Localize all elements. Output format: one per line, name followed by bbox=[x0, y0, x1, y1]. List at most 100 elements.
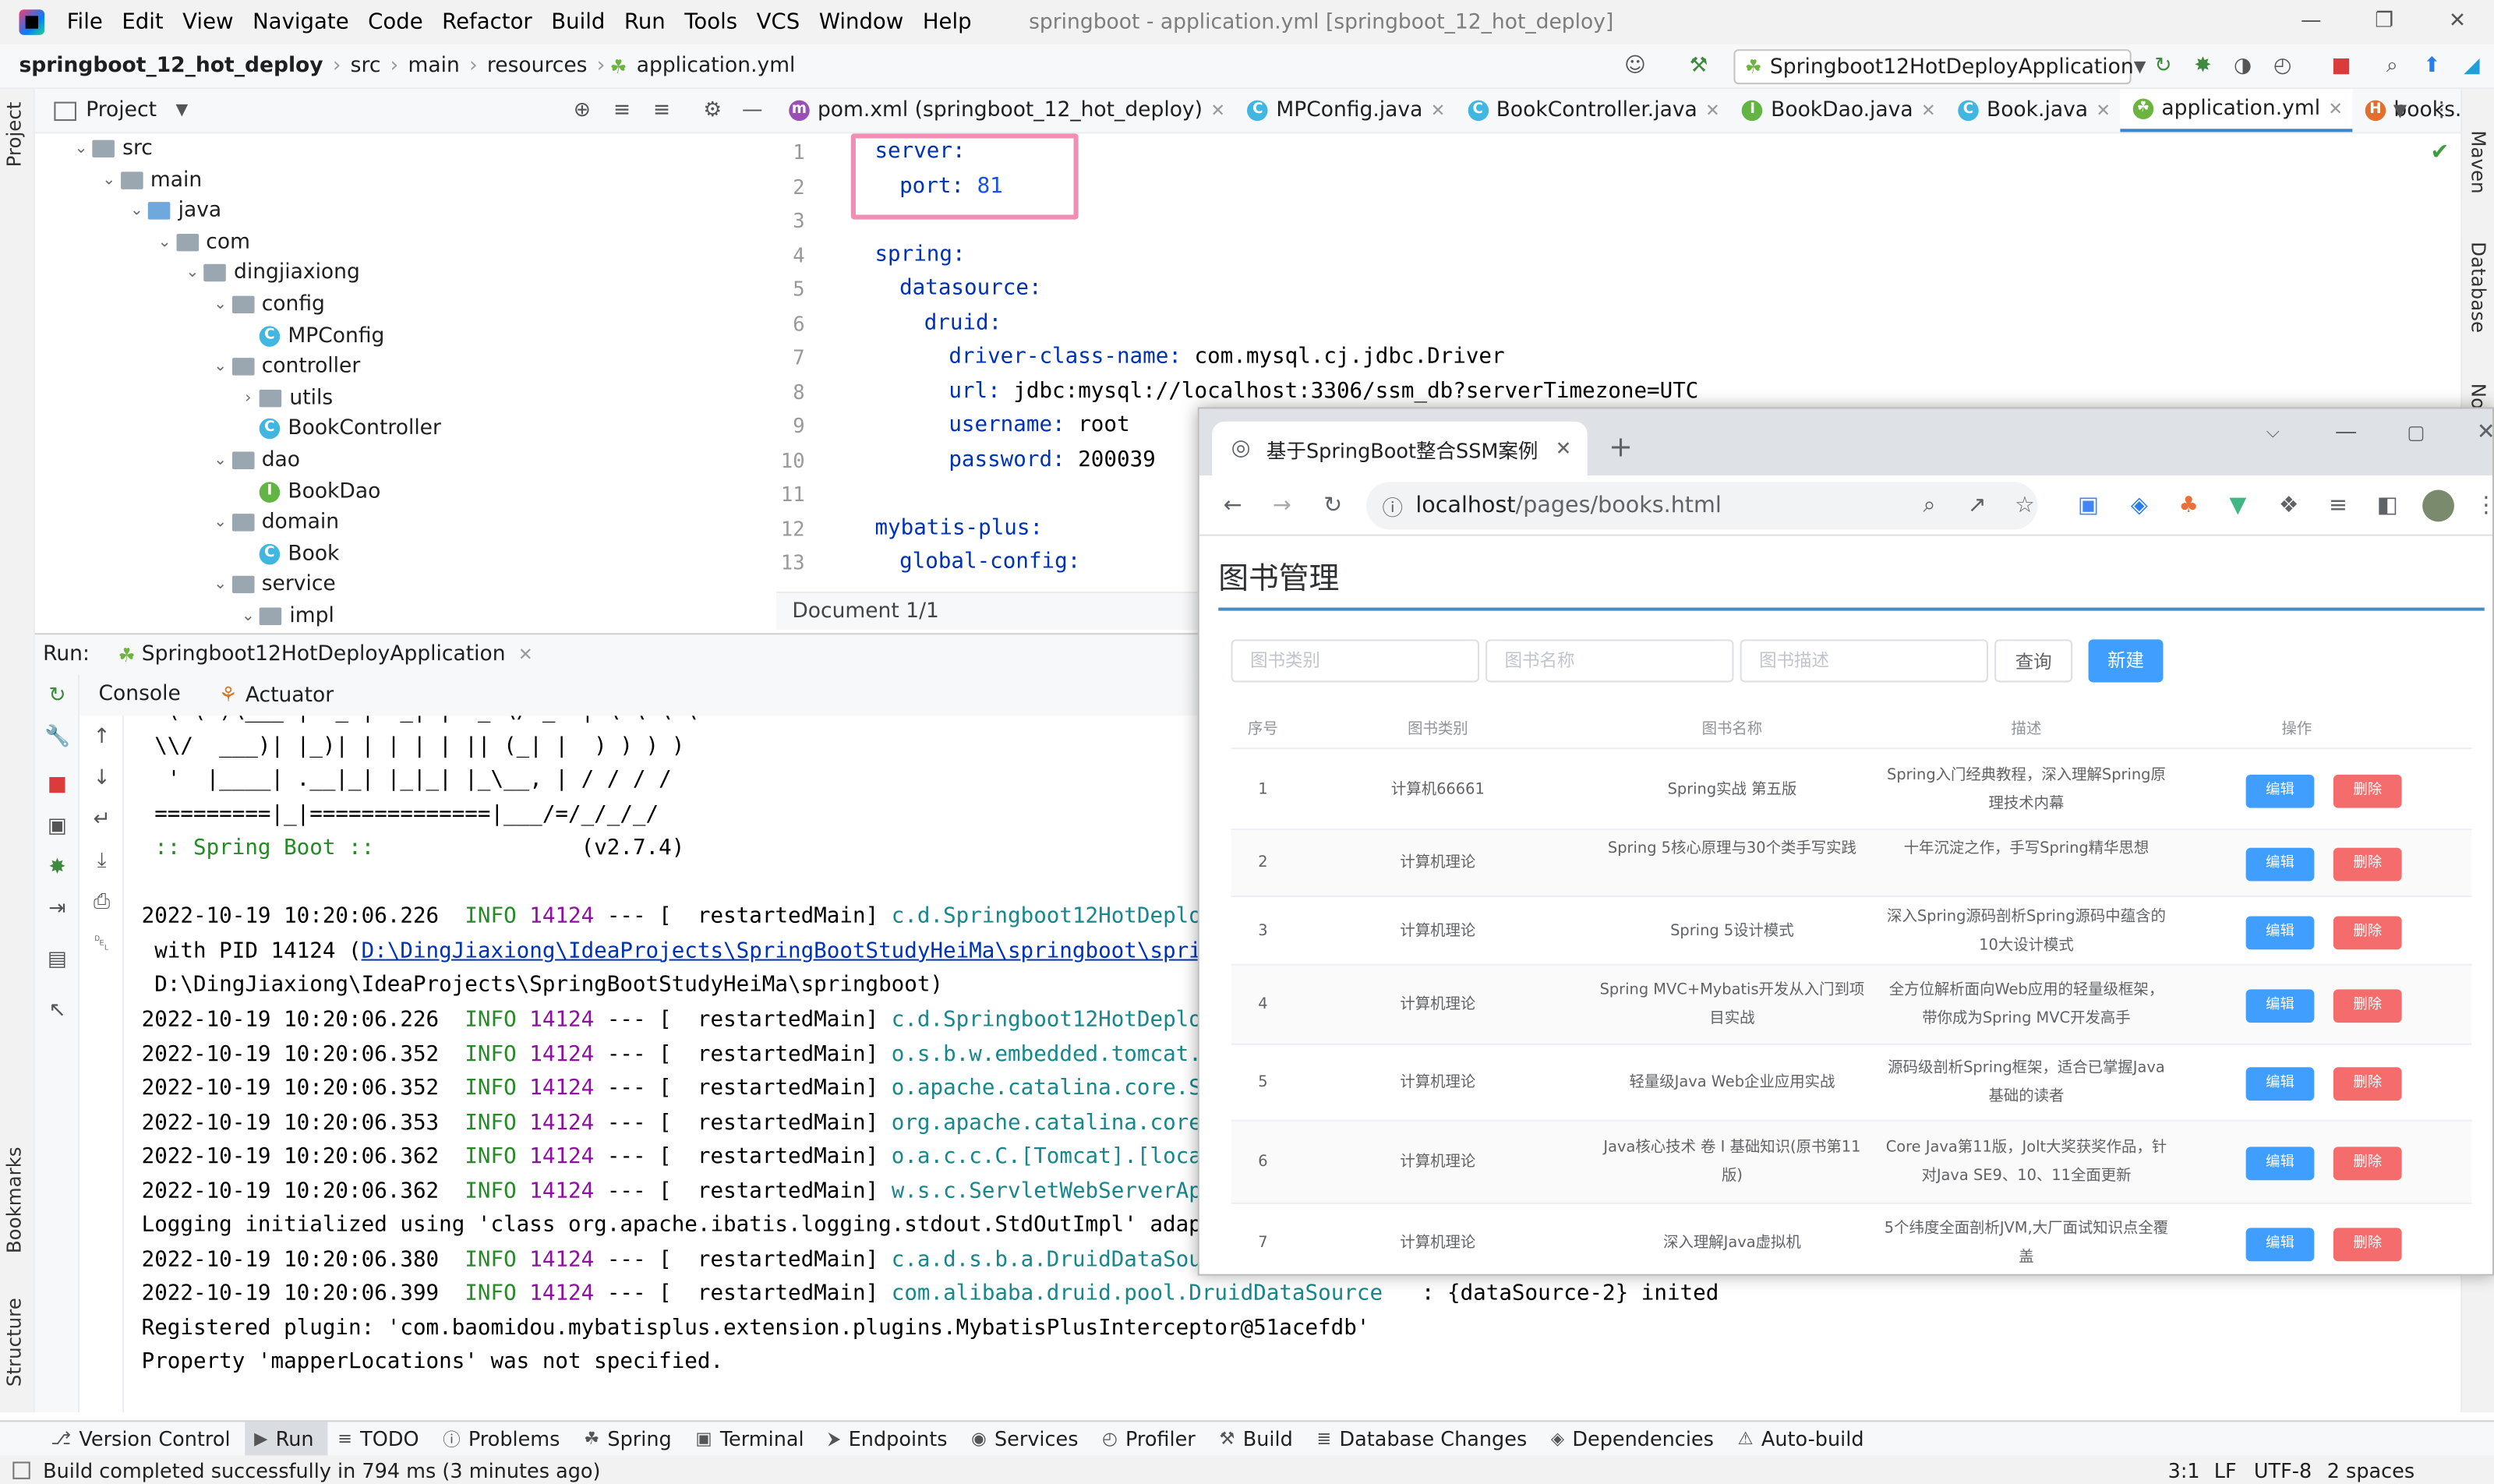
chevron-down-icon[interactable]: ⌄ bbox=[209, 296, 231, 313]
chevron-down-icon[interactable]: ⌄ bbox=[98, 171, 121, 189]
edit-button[interactable]: 编辑 bbox=[2245, 1066, 2315, 1101]
reload-icon[interactable]: ↻ bbox=[1319, 492, 1348, 521]
menu-run[interactable]: Run bbox=[615, 9, 675, 35]
tree-node[interactable]: C Book bbox=[237, 539, 339, 569]
minimize-icon[interactable]: — bbox=[2332, 419, 2361, 447]
line-separator[interactable]: LF bbox=[2214, 1458, 2237, 1482]
close-tab-icon[interactable]: ✕ bbox=[2328, 98, 2343, 119]
debug-icon[interactable]: ✸ bbox=[2190, 54, 2216, 80]
chevron-down-icon[interactable]: ⌵ bbox=[2259, 419, 2287, 447]
vue-devtools-icon[interactable]: ▼ bbox=[2224, 492, 2252, 521]
console-tab[interactable]: Console bbox=[99, 674, 181, 716]
build-hammer-icon[interactable]: ⚒ bbox=[1686, 54, 1712, 80]
run-configuration-select[interactable]: ☘ Springboot12HotDeployApplication ▼ bbox=[1733, 49, 2146, 85]
tool-tab-profiler[interactable]: ◴ Profiler bbox=[1093, 1421, 1210, 1456]
indent-setting[interactable]: 2 spaces bbox=[2327, 1458, 2415, 1482]
edit-button[interactable]: 编辑 bbox=[2245, 846, 2315, 881]
close-tab-icon[interactable]: ✕ bbox=[1921, 101, 1936, 122]
exit-icon[interactable]: ⇥ bbox=[44, 897, 70, 923]
tree-node[interactable]: ⌄ dao bbox=[209, 445, 300, 475]
close-window-icon[interactable]: ✕ bbox=[2471, 419, 2492, 447]
edit-button[interactable]: 编辑 bbox=[2245, 988, 2315, 1023]
forward-icon[interactable]: → bbox=[1268, 492, 1297, 521]
close-tab-icon[interactable]: ✕ bbox=[1431, 101, 1446, 122]
tool-tab-database-changes[interactable]: ≣ Database Changes bbox=[1307, 1421, 1541, 1456]
puzzle-extensions-icon[interactable]: ❖ bbox=[2274, 492, 2303, 521]
tree-node[interactable]: ⌄ controller bbox=[209, 352, 360, 382]
tool-tab-problems[interactable]: ⓘ Problems bbox=[433, 1421, 574, 1456]
pin-icon[interactable]: ↖ bbox=[44, 999, 70, 1025]
delete-button[interactable]: 删除 bbox=[2333, 773, 2402, 807]
notifications-tool-button[interactable]: No bbox=[2467, 383, 2489, 409]
minimize-icon[interactable]: — bbox=[2274, 0, 2347, 44]
star-icon[interactable]: ☆ bbox=[2011, 492, 2040, 521]
tree-node[interactable]: C BookController bbox=[237, 414, 441, 444]
editor-tab[interactable]: C MPConfig.java ✕ bbox=[1235, 89, 1454, 132]
status-window-icon[interactable] bbox=[12, 1461, 30, 1479]
debug-icon[interactable]: ✸ bbox=[44, 856, 70, 882]
editor-tab[interactable]: ☘ application.yml ✕ bbox=[2120, 89, 2353, 132]
menu-window[interactable]: Window bbox=[809, 9, 913, 35]
stop-icon[interactable]: ■ bbox=[2329, 54, 2354, 80]
chevron-down-icon[interactable]: ⌄ bbox=[237, 608, 260, 625]
back-icon[interactable]: ← bbox=[1218, 492, 1247, 521]
tree-node[interactable]: C MPConfig bbox=[237, 320, 384, 351]
rerun-icon[interactable]: ↻ bbox=[2150, 54, 2176, 80]
menu-tools[interactable]: Tools bbox=[675, 9, 747, 35]
editor-tab[interactable]: I BookDao.java ✕ bbox=[1729, 89, 1945, 132]
more-options-icon[interactable]: ⋮ bbox=[2471, 492, 2492, 521]
update-icon[interactable]: ⬆ bbox=[2419, 54, 2445, 80]
zoom-icon[interactable]: ⌕ bbox=[1915, 492, 1944, 521]
tree-node[interactable]: ⌄ config bbox=[209, 289, 325, 320]
chevron-down-icon[interactable]: ⌄ bbox=[209, 359, 231, 376]
wrench-icon[interactable]: 🔧 bbox=[44, 726, 70, 751]
coverage-icon[interactable]: ◑ bbox=[2230, 54, 2256, 80]
arrow-down-icon[interactable]: ↓ bbox=[89, 767, 115, 793]
delete-button[interactable]: 删除 bbox=[2333, 915, 2402, 949]
caret-position[interactable]: 3:1 bbox=[2168, 1458, 2200, 1482]
database-tool-button[interactable]: Database bbox=[2467, 242, 2489, 333]
project-panel-title[interactable]: Project bbox=[86, 99, 157, 123]
trash-icon[interactable]: ␡ bbox=[89, 932, 115, 958]
tree-node[interactable]: I BookDao bbox=[237, 476, 380, 507]
chevron-down-icon[interactable]: ⌄ bbox=[209, 577, 231, 594]
close-tab-icon[interactable]: ✕ bbox=[2096, 101, 2111, 122]
breadcrumb-item[interactable]: src bbox=[346, 54, 386, 78]
actuator-tab[interactable]: Actuator bbox=[246, 683, 334, 707]
avatar[interactable] bbox=[2422, 489, 2454, 522]
translate-extension-icon[interactable]: ▣ bbox=[2074, 492, 2103, 521]
media-icon[interactable]: ≡ bbox=[2324, 492, 2353, 521]
close-tab-icon[interactable]: ✕ bbox=[1705, 101, 1720, 122]
layout-icon[interactable]: ▤ bbox=[44, 948, 70, 973]
print-icon[interactable]: ⎙ bbox=[89, 891, 115, 917]
edit-button[interactable]: 编辑 bbox=[2245, 1146, 2315, 1180]
chevron-down-icon[interactable]: ▼ bbox=[175, 102, 188, 119]
edit-button[interactable]: 编辑 bbox=[2245, 915, 2315, 949]
gear-icon[interactable]: ⚙ bbox=[700, 99, 726, 125]
chevron-down-icon[interactable]: ⌄ bbox=[154, 234, 176, 251]
bookmarks-tool-button[interactable]: Bookmarks bbox=[3, 1147, 26, 1253]
tool-tab-spring[interactable]: ☘ Spring bbox=[574, 1421, 686, 1456]
tool-tab-run[interactable]: ▶ Run bbox=[244, 1421, 328, 1457]
breadcrumb-item[interactable]: resources bbox=[482, 54, 592, 78]
tree-node[interactable]: ⌄ src bbox=[70, 133, 153, 164]
tool-tab-build[interactable]: ⚒ Build bbox=[1210, 1421, 1307, 1456]
soft-wrap-icon[interactable]: ↵ bbox=[89, 808, 115, 834]
more-options-icon[interactable]: ⋮ bbox=[2429, 99, 2454, 125]
structure-tool-button[interactable]: Structure bbox=[3, 1298, 26, 1387]
expand-all-icon[interactable]: ≡ bbox=[609, 99, 635, 125]
tool-tab-services[interactable]: ◉ Services bbox=[962, 1421, 1093, 1456]
menu-refactor[interactable]: Refactor bbox=[433, 9, 542, 35]
tree-node[interactable]: › utils bbox=[237, 383, 333, 413]
tool-tab-terminal[interactable]: ▣ Terminal bbox=[686, 1421, 818, 1456]
maximize-icon[interactable]: ▢ bbox=[2402, 419, 2431, 447]
menu-code[interactable]: Code bbox=[359, 9, 433, 35]
browser-tab[interactable]: ◎ 基于SpringBoot整合SSM案例 ✕ bbox=[1212, 421, 1588, 476]
search-icon[interactable]: ⌕ bbox=[2379, 54, 2405, 80]
delete-button[interactable]: 删除 bbox=[2333, 1066, 2402, 1101]
tree-node[interactable]: ⌄ impl bbox=[237, 601, 334, 630]
tree-node[interactable]: ⌄ main bbox=[98, 164, 202, 195]
close-window-icon[interactable]: ✕ bbox=[2421, 0, 2494, 44]
chevron-down-icon[interactable]: ⌄ bbox=[70, 140, 93, 157]
stop-icon[interactable]: ■ bbox=[44, 773, 70, 799]
